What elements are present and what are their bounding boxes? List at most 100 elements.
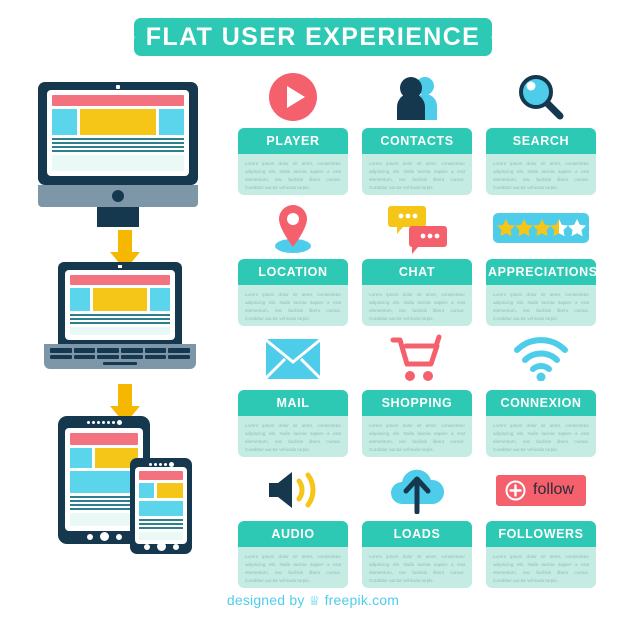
- map-pin-icon: [238, 197, 348, 259]
- screen-block-center: [93, 288, 147, 311]
- feature-cell-location: LOCATION Lorem ipsum dolor sit amet, con…: [238, 197, 348, 328]
- monitor-bezel: [38, 82, 198, 185]
- card-description: Lorem ipsum dolor sit amet, consectetur …: [486, 154, 596, 195]
- screen-block-right: [150, 288, 170, 311]
- feature-card[interactable]: CHAT Lorem ipsum dolor sit amet, consect…: [362, 259, 472, 326]
- phone-speaker-icon: [130, 462, 192, 467]
- feature-cell-audio: AUDIO Lorem ipsum dolor sit amet, consec…: [238, 459, 348, 590]
- card-title: CONTACTS: [362, 128, 472, 154]
- card-description: Lorem ipsum dolor sit amet, consectetur …: [362, 154, 472, 195]
- feature-card[interactable]: SHOPPING Lorem ipsum dolor sit amet, con…: [362, 390, 472, 457]
- feature-card[interactable]: SEARCH Lorem ipsum dolor sit amet, conse…: [486, 128, 596, 195]
- title-left-dot: ·: [130, 26, 137, 48]
- desktop-monitor: [38, 82, 198, 227]
- phone-screen: [135, 467, 187, 544]
- card-description: Lorem ipsum dolor sit amet, consectetur …: [486, 547, 596, 588]
- screen-block-left: [139, 483, 154, 498]
- screen-text-lines: [70, 496, 138, 510]
- screen-footer-area: [70, 513, 138, 526]
- screen-block-center: [157, 483, 183, 498]
- page-title: FLAT USER EXPERIENCE: [145, 22, 481, 51]
- feature-card[interactable]: LOCATION Lorem ipsum dolor sit amet, con…: [238, 259, 348, 326]
- screen-text-lines: [70, 314, 170, 324]
- card-description: Lorem ipsum dolor sit amet, consectetur …: [238, 416, 348, 457]
- feature-card[interactable]: APPRECIATIONS Lorem ipsum dolor sit amet…: [486, 259, 596, 326]
- card-title: SHOPPING: [362, 390, 472, 416]
- card-description: Lorem ipsum dolor sit amet, consectetur …: [238, 547, 348, 588]
- screen-block-left: [70, 448, 92, 468]
- feature-card[interactable]: CONNEXION Lorem ipsum dolor sit amet, co…: [486, 390, 596, 457]
- screen-block-right: [159, 109, 184, 135]
- infographic-page: · FLAT USER EXPERIENCE · PLAYER Lorem ip…: [0, 0, 626, 626]
- footer-brand[interactable]: freepik.com: [325, 592, 400, 608]
- card-description: Lorem ipsum dolor sit amet, consectetur …: [486, 416, 596, 457]
- wifi-icon: [486, 328, 596, 390]
- feature-card[interactable]: CONTACTS Lorem ipsum dolor sit amet, con…: [362, 128, 472, 195]
- screen-columns: [139, 483, 183, 498]
- speaker-volume-icon: [238, 459, 348, 521]
- feature-card[interactable]: LOADS Lorem ipsum dolor sit amet, consec…: [362, 521, 472, 588]
- feature-cell-chat: CHAT Lorem ipsum dolor sit amet, consect…: [362, 197, 472, 328]
- screen-header-bar: [70, 275, 170, 285]
- feature-cell-connexion: CONNEXION Lorem ipsum dolor sit amet, co…: [486, 328, 596, 459]
- feature-cell-mail: MAIL Lorem ipsum dolor sit amet, consect…: [238, 328, 348, 459]
- phone: [130, 458, 192, 554]
- card-description: Lorem ipsum dolor sit amet, consectetur …: [362, 285, 472, 326]
- screen-footer-area: [52, 155, 184, 171]
- screen-hero-block: [139, 501, 183, 516]
- contacts-people-icon: [362, 66, 472, 128]
- speech-bubbles-icon: [362, 197, 472, 259]
- screen-block-left: [52, 109, 77, 135]
- star-rating-icon: [486, 197, 596, 259]
- footer-credit: designed by ♕ freepik.com: [0, 592, 626, 609]
- tablet-speaker-icon: [58, 420, 150, 425]
- feature-card[interactable]: FOLLOWERS Lorem ipsum dolor sit amet, co…: [486, 521, 596, 588]
- feature-card[interactable]: AUDIO Lorem ipsum dolor sit amet, consec…: [238, 521, 348, 588]
- screen-columns: [70, 288, 170, 311]
- screen-text-lines: [52, 138, 184, 152]
- tablet-and-phone: [48, 416, 208, 556]
- title-right-dot: ·: [489, 26, 496, 48]
- follow-button-icon[interactable]: follow: [486, 459, 596, 521]
- card-title: FOLLOWERS: [486, 521, 596, 547]
- laptop-screen: [65, 270, 175, 340]
- laptop: [44, 262, 196, 369]
- card-title: CONNEXION: [486, 390, 596, 416]
- screen-columns: [52, 109, 184, 135]
- screen-header-bar: [70, 433, 138, 445]
- card-description: Lorem ipsum dolor sit amet, consectetur …: [238, 154, 348, 195]
- screen-hero-block: [70, 471, 138, 493]
- card-title: CHAT: [362, 259, 472, 285]
- play-button-icon: [238, 66, 348, 128]
- device-illustration-column: [26, 78, 216, 578]
- crown-icon: ♕: [308, 593, 321, 608]
- feature-cell-player: PLAYER Lorem ipsum dolor sit amet, conse…: [238, 66, 348, 197]
- screen-header-bar: [139, 471, 183, 480]
- screen-block-center: [80, 109, 156, 135]
- card-title: MAIL: [238, 390, 348, 416]
- plus-circle-icon: [505, 480, 526, 500]
- card-description: Lorem ipsum dolor sit amet, consectetur …: [486, 285, 596, 326]
- feature-cell-contacts: CONTACTS Lorem ipsum dolor sit amet, con…: [362, 66, 472, 197]
- monitor-stand: [97, 207, 139, 227]
- feature-card[interactable]: MAIL Lorem ipsum dolor sit amet, consect…: [238, 390, 348, 457]
- laptop-camera-icon: [118, 265, 122, 268]
- card-title: AUDIO: [238, 521, 348, 547]
- card-title: PLAYER: [238, 128, 348, 154]
- monitor-button-icon: [112, 190, 124, 202]
- screen-footer-area: [139, 532, 183, 540]
- card-description: Lorem ipsum dolor sit amet, consectetur …: [362, 547, 472, 588]
- feature-card-grid: PLAYER Lorem ipsum dolor sit amet, conse…: [238, 66, 598, 590]
- monitor-screen: [47, 90, 189, 176]
- card-description: Lorem ipsum dolor sit amet, consectetur …: [238, 285, 348, 326]
- card-title: LOCATION: [238, 259, 348, 285]
- shopping-cart-icon: [362, 328, 472, 390]
- feature-card[interactable]: PLAYER Lorem ipsum dolor sit amet, conse…: [238, 128, 348, 195]
- follow-button-label: follow: [533, 481, 574, 498]
- screen-text-lines: [139, 519, 183, 529]
- card-title: SEARCH: [486, 128, 596, 154]
- magnifier-search-icon: [486, 66, 596, 128]
- screen-columns: [70, 448, 138, 468]
- card-title: LOADS: [362, 521, 472, 547]
- feature-cell-loads: LOADS Lorem ipsum dolor sit amet, consec…: [362, 459, 472, 590]
